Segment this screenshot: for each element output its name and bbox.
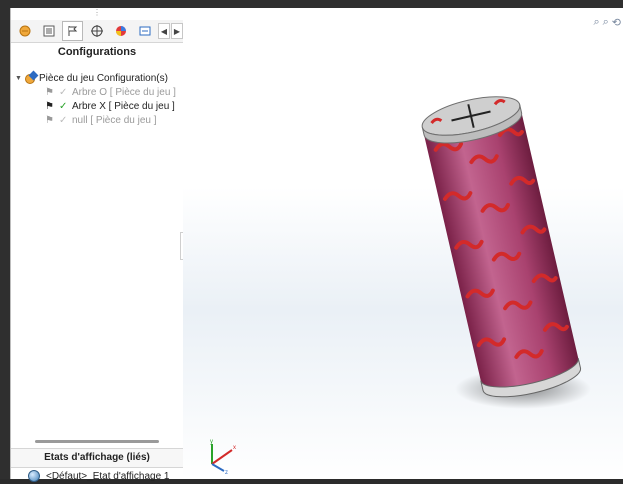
left-panel-frame: ⋮ ◀ ▶ Configurat (0, 0, 183, 479)
more-icon (138, 24, 152, 38)
active-check-icon: ✓ (59, 101, 69, 112)
svg-text:x: x (233, 445, 236, 451)
panel-tabbar: ◀ ▶ (11, 20, 183, 43)
panel-title: Configurations (11, 46, 183, 58)
z-axis (212, 464, 224, 471)
svg-text:z: z (225, 470, 228, 474)
configuration-manager-tab[interactable] (62, 21, 83, 41)
check-icon: ✓ (59, 87, 69, 98)
feature-manager-icon (18, 24, 32, 38)
config-label: null [ Pièce du jeu ] (72, 115, 157, 126)
view-orientation-icon[interactable]: ⟲ (612, 16, 621, 29)
svg-text:y: y (210, 439, 213, 445)
zoom-icon[interactable]: ⌕ (593, 16, 599, 29)
display-manager-tab[interactable] (110, 21, 131, 41)
dimxpert-icon (90, 24, 104, 38)
config-flag-icon: ⚑ (45, 87, 57, 98)
more-tab[interactable] (134, 21, 155, 41)
configuration-manager-panel: ⋮ ◀ ▶ Configurat (10, 8, 184, 479)
config-flag-icon: ⚑ (45, 101, 57, 112)
config-item-arbre-o[interactable]: ⚑ ✓ Arbre O [ Pièce du jeu ] (11, 85, 183, 99)
model-view (183, 8, 623, 479)
panel-splitter-handle[interactable] (35, 440, 159, 443)
display-states-header: Etats d'affichage (liés) (11, 448, 183, 468)
dimxpert-tab[interactable] (86, 21, 107, 41)
check-icon: ✓ (59, 115, 69, 126)
property-manager-icon (42, 24, 56, 38)
x-axis (212, 450, 232, 464)
display-state-icon (28, 470, 40, 482)
property-manager-tab[interactable] (38, 21, 59, 41)
coordinate-triad: y x z (202, 438, 242, 474)
graphics-area[interactable]: ⌕ ⌕ ⟲ (183, 8, 623, 479)
grip-dots-icon: ⋮ (93, 9, 101, 17)
config-label: Arbre O [ Pièce du jeu ] (72, 87, 176, 98)
view-corner-icons: ⌕ ⌕ ⟲ (593, 16, 621, 29)
zoom-area-icon[interactable]: ⌕ (603, 16, 609, 29)
collapse-arrow-icon[interactable]: ▼ (15, 75, 25, 82)
tab-scroll-right-icon[interactable]: ▶ (171, 23, 183, 39)
display-state-label: <Défaut>_Etat d'affichage 1 (46, 471, 170, 482)
tree-root-label: Pièce du jeu Configuration(s) (39, 73, 168, 84)
tab-scroll-arrows: ◀ ▶ (157, 23, 183, 39)
config-item-arbre-x[interactable]: ⚑ ✓ Arbre X [ Pièce du jeu ] (11, 99, 183, 113)
configuration-tree: ▼ Pièce du jeu Configuration(s) ⚑ ✓ Arbr… (11, 71, 183, 127)
feature-manager-tab[interactable] (14, 21, 35, 41)
display-state-item[interactable]: <Défaut>_Etat d'affichage 1 (11, 468, 183, 484)
part-config-icon (25, 72, 37, 84)
panel-grip[interactable]: ⋮ (11, 8, 183, 18)
config-item-null[interactable]: ⚑ ✓ null [ Pièce du jeu ] (11, 113, 183, 127)
configuration-manager-icon (66, 24, 80, 38)
config-label: Arbre X [ Pièce du jeu ] (72, 101, 175, 112)
cylinder-model[interactable] (419, 89, 584, 404)
tab-scroll-left-icon[interactable]: ◀ (158, 23, 170, 39)
tree-root-item[interactable]: ▼ Pièce du jeu Configuration(s) (11, 71, 183, 85)
config-flag-icon: ⚑ (45, 115, 57, 126)
display-manager-icon (114, 24, 128, 38)
